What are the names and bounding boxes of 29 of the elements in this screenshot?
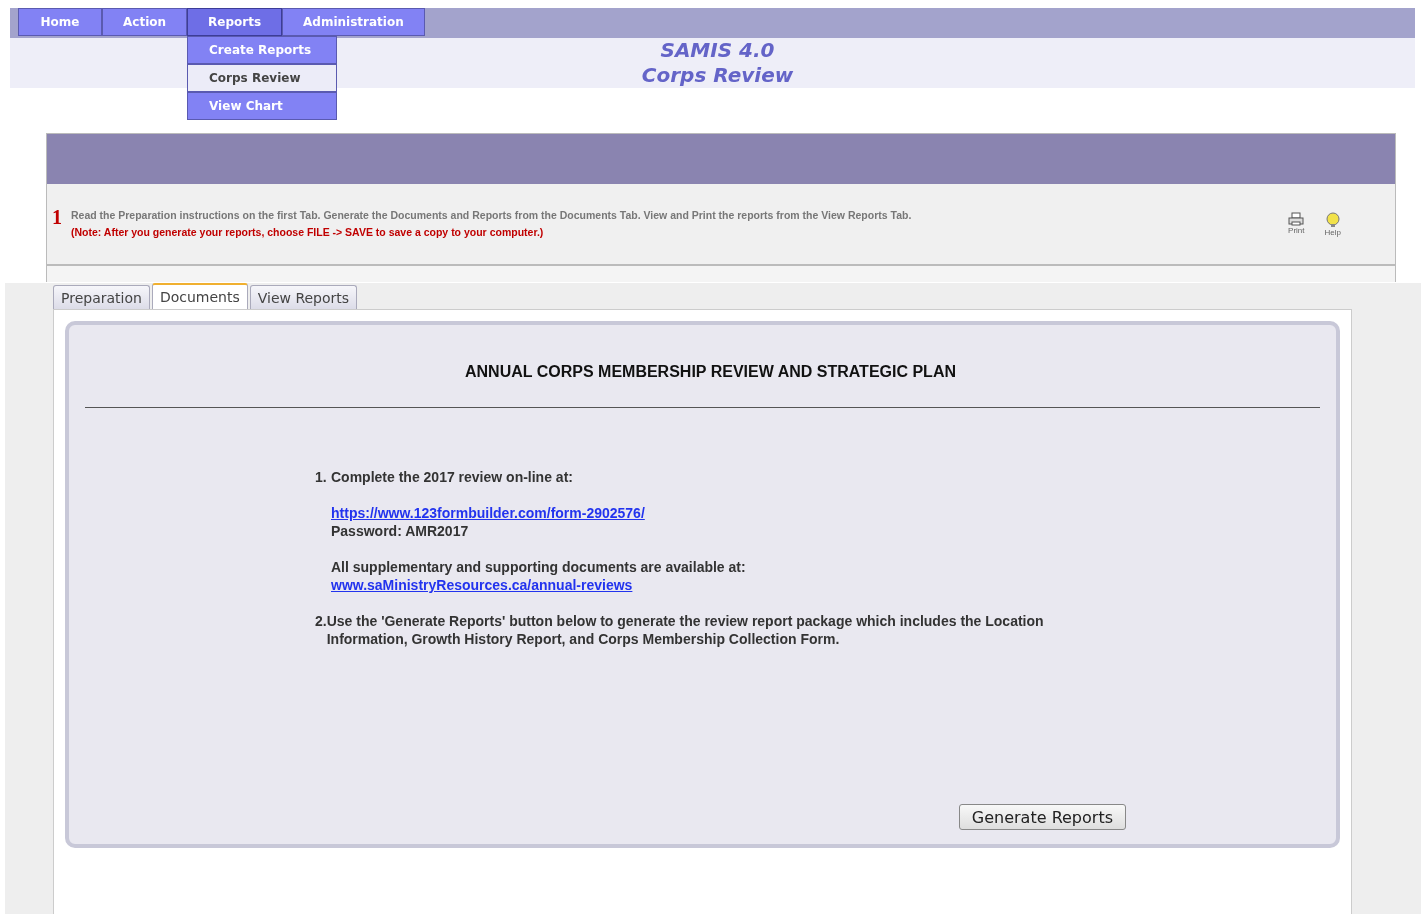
dropdown-item[interactable]: View Chart — [187, 92, 338, 120]
step-text: Complete the 2017 review on-line at: — [331, 468, 574, 486]
print-button[interactable]: Print — [1288, 211, 1305, 237]
review-link[interactable]: https://www.123formbuilder.com/form-2902576/ — [331, 505, 645, 521]
save-note: (Note: After you generate your reports, choose FILE -> SAVE to save a copy to your computer.) — [71, 225, 545, 240]
nav-menu-item[interactable]: Administration — [282, 8, 425, 36]
help-icon — [1324, 211, 1341, 228]
dropdown-item[interactable]: Corps Review — [187, 64, 338, 92]
step-text: Use the 'Generate Reports' button below to generate the review report package which includes the Location Information, Growth History Report, and Corps Membership Collection Form. — [326, 612, 1045, 648]
dropdown-item[interactable]: Create Reports — [187, 36, 338, 64]
tab[interactable]: Preparation — [53, 285, 150, 309]
app-title: SAMIS 4.0 — [660, 38, 775, 63]
documents-text: All supplementary and supporting documents are available at: — [331, 558, 746, 576]
generate-reports-button[interactable]: Generate Reports — [958, 804, 1126, 830]
password-text: Password: AMR2017 — [331, 522, 470, 540]
documents-link[interactable]: www.saMinistryResources.ca/annual-reviews — [331, 577, 633, 593]
instructions-text: Read the Preparation instructions on the first Tab. Generate the Documents and Reports from the Documents Tab. View and Print the reports from the View Reports Tab. — [71, 208, 913, 223]
tab[interactable]: Documents — [151, 283, 248, 309]
callout-number: 1 — [52, 206, 62, 229]
help-button[interactable]: Help — [1324, 211, 1341, 237]
nav-menu-item[interactable]: Home — [18, 8, 102, 36]
document-heading: ANNUAL CORPS MEMBERSHIP REVIEW AND STRATEGIC PLAN — [464, 363, 957, 381]
step-number: 1. — [315, 468, 328, 487]
nav-menu-item[interactable]: Reports — [187, 8, 283, 36]
nav-menu-item[interactable]: Action — [102, 8, 188, 36]
step-number: 2. — [315, 612, 327, 631]
tab[interactable]: View Reports — [249, 285, 358, 309]
page-title: Corps Review — [641, 63, 794, 88]
printer-icon — [1288, 211, 1305, 226]
